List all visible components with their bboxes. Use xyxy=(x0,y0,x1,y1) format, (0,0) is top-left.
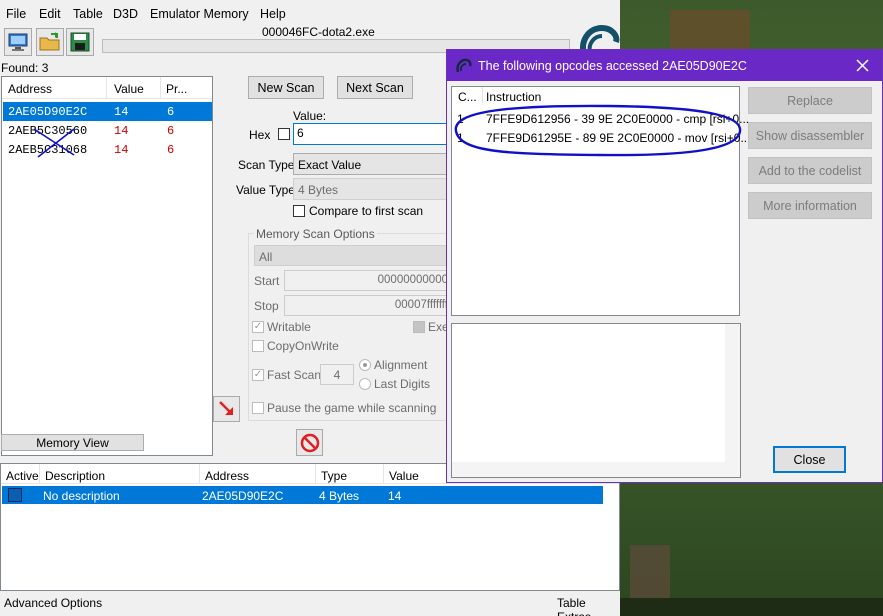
opcodes-dialog: The following opcodes accessed 2AE05D90E… xyxy=(446,49,883,483)
advanced-options-link[interactable]: Advanced Options xyxy=(4,596,102,610)
compare-first-label: Compare to first scan xyxy=(309,204,424,218)
copy-on-write-checkbox[interactable] xyxy=(252,340,264,352)
alignment-label: Alignment xyxy=(374,358,428,372)
memory-view-button[interactable]: Memory View xyxy=(1,434,144,451)
result-address: 2AE05D90E2C xyxy=(8,105,88,119)
col-description[interactable]: Description xyxy=(45,469,105,483)
scan-results-list[interactable]: Address Value Pr... 2AE05D90E2C 14 6 2AE… xyxy=(1,76,213,456)
col-type[interactable]: Type xyxy=(321,469,347,483)
next-scan-button[interactable]: Next Scan xyxy=(337,76,413,99)
hex-checkbox[interactable] xyxy=(278,128,290,140)
result-value: 14 xyxy=(114,143,129,157)
stop-icon xyxy=(300,433,319,452)
start-label: Start xyxy=(254,274,280,288)
value-label: Value: xyxy=(293,109,327,123)
pause-game-checkbox[interactable] xyxy=(252,402,264,414)
menu-bar: File Edit Table D3D Emulator Memory Help xyxy=(0,4,620,24)
start-address-input[interactable]: 00000000000 xyxy=(284,270,453,291)
results-col-previous[interactable]: Pr... xyxy=(166,82,187,96)
close-button[interactable]: Close xyxy=(773,446,846,473)
memory-scan-options-title: Memory Scan Options xyxy=(254,227,377,241)
copy-on-write-label: CopyOnWrite xyxy=(267,339,339,353)
save-button[interactable] xyxy=(66,28,94,56)
compare-first-checkbox[interactable] xyxy=(293,205,305,217)
value-type-select[interactable]: 4 Bytes xyxy=(293,178,453,200)
dialog-title-bar: The following opcodes accessed 2AE05D90E… xyxy=(447,50,882,81)
value-type-label: Value Type xyxy=(236,183,295,197)
menu-table[interactable]: Table xyxy=(73,7,103,21)
stop-address-input[interactable]: 00007fffffff xyxy=(284,295,453,316)
result-previous: 6 xyxy=(167,143,175,157)
opcodes-list[interactable]: C... Instruction 1 7FFE9D612956 - 39 9E … xyxy=(451,86,750,316)
replace-button[interactable]: Replace xyxy=(748,87,872,114)
address-row-value: 14 xyxy=(388,489,402,503)
pause-game-label: Pause the game while scanning xyxy=(267,401,437,415)
stop-button[interactable] xyxy=(296,429,323,456)
table-extras-link[interactable]: Table Extras xyxy=(557,596,620,616)
last-digits-radio[interactable] xyxy=(359,378,371,390)
close-icon[interactable] xyxy=(856,59,869,72)
new-scan-button[interactable]: New Scan xyxy=(248,76,324,99)
scan-type-label: Scan Type xyxy=(238,158,295,172)
stop-label: Stop xyxy=(254,299,279,313)
address-row-type: 4 Bytes xyxy=(319,489,360,503)
game-structure xyxy=(670,10,750,50)
results-header: Address Value Pr... xyxy=(2,77,212,99)
result-value: 14 xyxy=(114,105,129,119)
open-folder-icon xyxy=(39,32,60,51)
computer-icon xyxy=(8,33,28,51)
result-previous: 6 xyxy=(167,124,175,138)
fast-scan-input[interactable]: 4 xyxy=(320,364,354,385)
address-row[interactable]: No description 2AE05D90E2C 4 Bytes 14 xyxy=(2,486,603,504)
details-scrollbar-vertical[interactable] xyxy=(725,324,740,462)
writable-checkbox[interactable]: ✓ xyxy=(252,321,264,333)
found-count: Found: 3 xyxy=(1,61,49,75)
last-digits-label: Last Digits xyxy=(374,377,431,391)
result-row[interactable]: 2AE05D90E2C 14 6 xyxy=(3,102,212,121)
col-value[interactable]: Value xyxy=(389,469,419,483)
dialog-app-icon xyxy=(456,58,472,73)
writable-label: Writable xyxy=(267,320,311,334)
fast-scan-label: Fast Scan xyxy=(267,368,322,382)
alignment-radio[interactable] xyxy=(359,359,371,371)
arrow-down-right-icon xyxy=(218,401,233,415)
game-bottom-ui xyxy=(620,598,883,616)
menu-help[interactable]: Help xyxy=(260,7,286,21)
address-row-address: 2AE05D90E2C xyxy=(202,489,284,503)
results-col-value[interactable]: Value xyxy=(114,82,144,96)
col-active[interactable]: Active xyxy=(6,469,39,483)
address-row-description: No description xyxy=(43,489,120,503)
col-address[interactable]: Address xyxy=(205,469,249,483)
result-value: 14 xyxy=(114,124,129,138)
add-address-manually-button[interactable] xyxy=(213,396,240,422)
opcode-details-panel[interactable] xyxy=(451,323,741,478)
menu-file[interactable]: File xyxy=(6,7,26,21)
scan-type-select[interactable]: Exact Value xyxy=(293,153,453,175)
fast-scan-checkbox[interactable]: ✓ xyxy=(252,369,264,381)
region-select[interactable]: All xyxy=(254,245,453,266)
add-to-codelist-button[interactable]: Add to the codelist xyxy=(748,157,872,184)
more-information-button[interactable]: More information xyxy=(748,192,872,219)
process-title: 000046FC-dota2.exe xyxy=(262,25,375,39)
result-previous: 6 xyxy=(167,105,175,119)
open-file-button[interactable] xyxy=(36,28,64,56)
scan-value-input[interactable]: 6 xyxy=(293,123,453,145)
details-scrollbar-horizontal[interactable] xyxy=(452,462,740,477)
save-disk-icon xyxy=(70,32,90,52)
menu-edit[interactable]: Edit xyxy=(39,7,61,21)
hex-label: Hex xyxy=(249,128,271,142)
show-disassembler-button[interactable]: Show disassembler xyxy=(748,122,872,149)
results-col-address[interactable]: Address xyxy=(8,82,52,96)
annotation-circle xyxy=(454,104,742,157)
menu-emulator-memory[interactable]: Emulator Memory xyxy=(150,7,249,21)
active-checkbox[interactable] xyxy=(8,488,22,502)
menu-d3d[interactable]: D3D xyxy=(113,7,138,21)
open-process-button[interactable] xyxy=(4,28,32,56)
executable-checkbox[interactable] xyxy=(413,321,425,333)
annotation-cross-mark xyxy=(33,128,75,158)
dialog-title: The following opcodes accessed 2AE05D90E… xyxy=(478,59,747,73)
